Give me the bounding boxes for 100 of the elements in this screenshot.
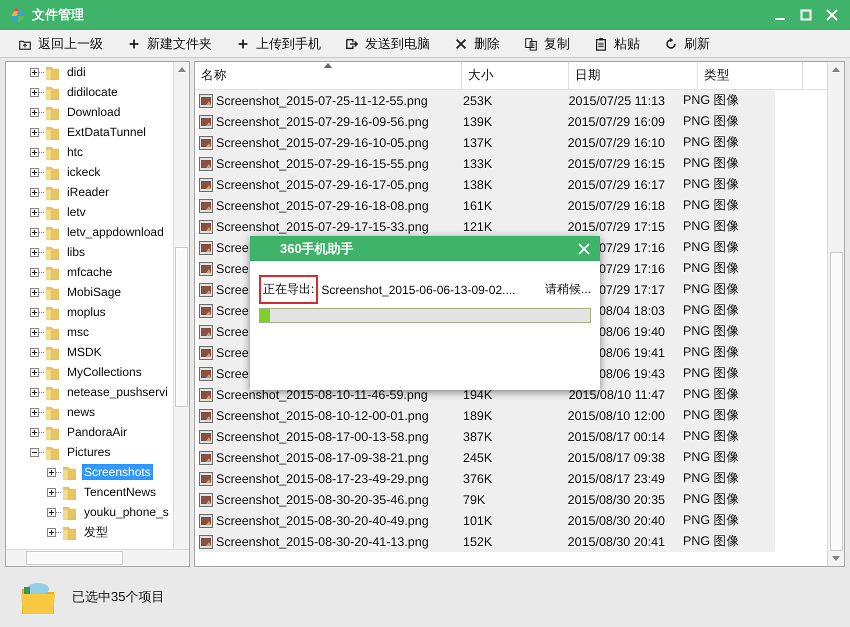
image-file-icon	[199, 304, 213, 318]
tree-item[interactable]: mfcache	[65, 264, 114, 280]
file-date: 08/06 19:40	[598, 324, 665, 338]
toolbar-button[interactable]: 删除	[450, 32, 504, 54]
file-row[interactable]: Screenshot_2015-07-29-16-17-05.png 138K 2015/07/29 16:17 PNG 图像	[199, 174, 775, 195]
file-row[interactable]: Screenshot_2015-07-29-16-15-55.png 133K 2015/07/29 16:15 PNG 图像	[199, 153, 775, 174]
maximize-icon[interactable]	[800, 9, 812, 21]
expand-icon[interactable]	[30, 168, 39, 176]
tree-item[interactable]: PandoraAir	[65, 424, 130, 440]
collapse-icon[interactable]	[30, 448, 39, 456]
file-row[interactable]: Screenshot_2015-08-30-20-40-49.png 101K 2015/08/30 20:40 PNG 图像	[199, 510, 775, 531]
file-name: Scree	[216, 324, 249, 338]
tree-item[interactable]: youku_phone_s	[82, 504, 171, 520]
tree-item[interactable]: 发型	[82, 522, 110, 542]
expand-icon[interactable]	[47, 528, 56, 536]
expand-icon[interactable]	[30, 248, 39, 256]
tree-item[interactable]: MSDK	[65, 344, 104, 360]
column-header[interactable]: 日期	[569, 62, 698, 89]
expand-icon[interactable]	[30, 208, 39, 216]
column-header[interactable]: 类型	[698, 62, 803, 89]
file-row[interactable]: Screenshot_2015-08-17-09-38-21.png 245K 2015/08/17 09:38 PNG 图像	[199, 447, 775, 468]
expand-icon[interactable]	[30, 88, 39, 96]
tree-item[interactable]: moplus	[65, 304, 108, 320]
file-row[interactable]: Screenshot_2015-08-17-00-13-58.png 387K 2015/08/17 00:14 PNG 图像	[199, 426, 775, 447]
file-date: 2015/07/29 16:09	[568, 114, 665, 128]
column-header[interactable]: 名称	[195, 62, 462, 89]
tree-item[interactable]: ExtDataTunnel	[65, 124, 148, 140]
expand-icon[interactable]	[30, 428, 39, 436]
file-date: 2015/07/29 16:18	[568, 198, 665, 212]
expand-icon[interactable]	[47, 508, 56, 516]
file-date: 08/04 18:03	[598, 304, 665, 318]
scrollbar[interactable]	[827, 62, 844, 566]
plus-icon	[127, 36, 141, 50]
close-icon[interactable]	[826, 9, 838, 21]
file-name: Screenshot_2015-08-10-12-00-01.png	[216, 408, 429, 422]
tree-item[interactable]: Pictures	[65, 444, 112, 460]
column-header[interactable]: 大小	[462, 62, 569, 89]
file-type: PNG 图像	[683, 491, 740, 508]
file-row[interactable]: Screenshot_2015-08-30-20-35-46.png 79K 2015/08/30 20:35 PNG 图像	[199, 489, 775, 510]
expand-icon[interactable]	[30, 308, 39, 316]
tree-item[interactable]: iReader	[65, 184, 112, 200]
expand-icon[interactable]	[30, 408, 39, 416]
tree-item[interactable]: netease_pushservi	[65, 384, 170, 400]
file-row[interactable]: Screenshot_2015-07-29-17-15-33.png 121K 2015/07/29 17:15 PNG 图像	[199, 216, 775, 237]
expand-icon[interactable]	[30, 128, 39, 136]
file-row[interactable]: Screenshot_2015-08-10-12-00-01.png 189K 2015/08/10 12:00 PNG 图像	[199, 405, 775, 426]
scroll-down-icon[interactable]	[832, 556, 840, 561]
tree-item[interactable]: msc	[65, 324, 91, 340]
tree-item[interactable]: letv_appdownload	[65, 224, 166, 240]
tree-item[interactable]: letv	[65, 204, 88, 220]
file-row[interactable]: Screenshot_2015-07-25-11-12-55.png 253K 2015/07/25 11:13 PNG 图像	[199, 90, 775, 111]
toolbar-button[interactable]: 粘贴	[590, 32, 644, 54]
tree-item[interactable]: libs	[65, 244, 88, 260]
file-name: Scree	[216, 346, 249, 360]
tree-item[interactable]: htc	[65, 144, 86, 160]
file-date: 2015/08/10 11:47	[568, 388, 665, 402]
toolbar-button[interactable]: 新建文件夹	[123, 32, 216, 54]
expand-icon[interactable]	[30, 148, 39, 156]
expand-icon[interactable]	[30, 388, 39, 396]
file-size: 194K	[463, 388, 492, 402]
file-row[interactable]: Screenshot_2015-08-17-23-49-29.png 376K 2015/08/17 23:49 PNG 图像	[199, 468, 775, 489]
tree-item[interactable]: MobiSage	[65, 284, 124, 300]
scrollbar[interactable]	[173, 62, 189, 549]
expand-icon[interactable]	[30, 188, 39, 196]
tree-item[interactable]: TencentNews	[82, 484, 158, 500]
scroll-up-icon[interactable]	[832, 67, 840, 72]
toolbar-button[interactable]: 复制	[520, 32, 574, 54]
file-row[interactable]: Screenshot_2015-07-29-16-18-08.png 161K 2015/07/29 16:18 PNG 图像	[199, 195, 775, 216]
scroll-up-icon[interactable]	[178, 67, 186, 72]
toolbar-button[interactable]: 上传到手机	[232, 32, 325, 54]
expand-icon[interactable]	[47, 488, 56, 496]
expand-icon[interactable]	[30, 68, 39, 76]
tree-item[interactable]: ickeck	[65, 164, 102, 180]
file-name: Scree	[216, 366, 249, 380]
tree-item[interactable]: didilocate	[65, 84, 120, 100]
expand-icon[interactable]	[30, 368, 39, 376]
file-row[interactable]: Screenshot_2015-07-29-16-09-56.png 139K 2015/07/29 16:09 PNG 图像	[199, 111, 775, 132]
toolbar-button[interactable]: 刷新	[660, 32, 714, 54]
expand-icon[interactable]	[30, 348, 39, 356]
tree-item[interactable]: didi	[65, 64, 88, 80]
tree-item[interactable]: Download	[65, 104, 122, 120]
expand-icon[interactable]	[30, 268, 39, 276]
file-row[interactable]: Screenshot_2015-08-30-20-41-13.png 152K 2015/08/30 20:41 PNG 图像	[199, 531, 775, 552]
image-file-icon	[199, 472, 213, 486]
expand-icon[interactable]	[30, 328, 39, 336]
file-type: PNG 图像	[683, 449, 740, 466]
scrollbar[interactable]	[6, 549, 189, 566]
toolbar-button[interactable]: 发送到电脑	[341, 32, 434, 54]
toolbar-button[interactable]: 返回上一级	[14, 32, 107, 54]
image-file-icon	[199, 346, 213, 360]
file-row[interactable]: Screenshot_2015-07-29-16-10-05.png 137K 2015/07/29 16:10 PNG 图像	[199, 132, 775, 153]
close-icon[interactable]	[578, 242, 590, 254]
tree-item[interactable]: MyCollections	[65, 364, 144, 380]
expand-icon[interactable]	[47, 468, 56, 476]
tree-item[interactable]: news	[65, 404, 98, 420]
close-icon	[454, 36, 468, 50]
expand-icon[interactable]	[30, 228, 39, 236]
expand-icon[interactable]	[30, 108, 39, 116]
expand-icon[interactable]	[30, 288, 39, 296]
image-file-icon	[199, 114, 213, 128]
